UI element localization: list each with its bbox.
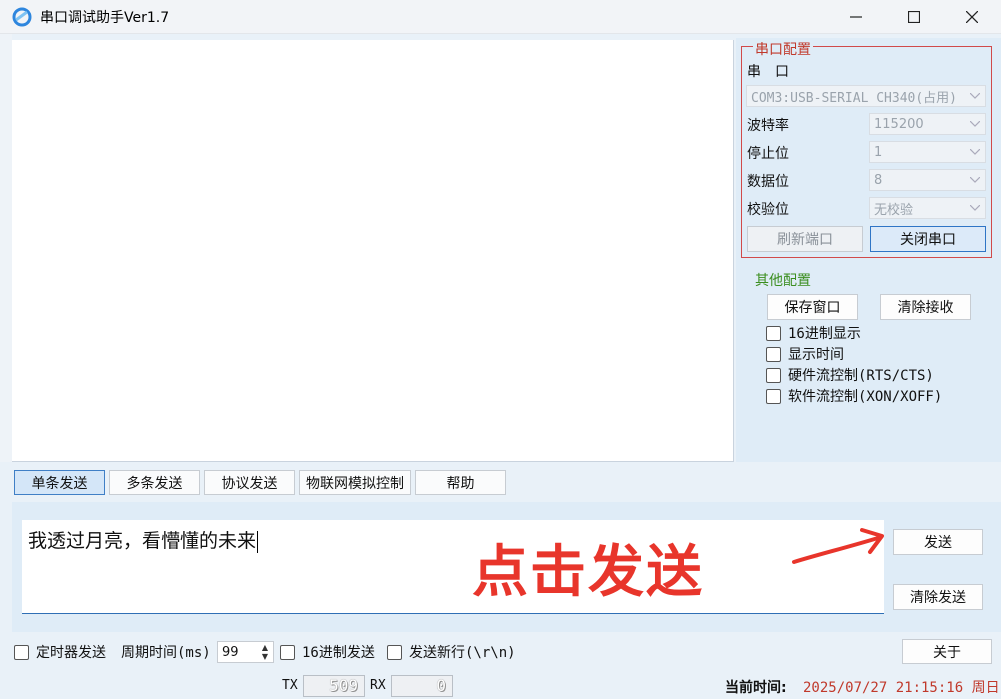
send-newline-label: 发送新行(\r\n)	[409, 645, 516, 661]
baud-select-value: 115200	[874, 116, 924, 132]
software-flow-label: 软件流控制(XON/XOFF)	[788, 389, 943, 405]
checkbox-box[interactable]	[280, 644, 295, 660]
stop-bits-label: 停止位	[747, 146, 789, 162]
save-window-button[interactable]: 保存窗口	[767, 294, 858, 320]
parity-label: 校验位	[747, 202, 789, 218]
port-label: 串 口	[747, 64, 789, 80]
app-logo-icon	[12, 7, 32, 27]
annotation-arrow-icon	[792, 528, 884, 564]
stop-bits-value: 1	[874, 144, 883, 160]
checkbox-box[interactable]	[766, 346, 781, 362]
data-bits-select[interactable]: 8	[869, 169, 986, 191]
show-time-checkbox[interactable]: 显示时间	[766, 344, 844, 364]
timer-send-label: 定时器发送	[36, 645, 106, 661]
annotation-text: 点击发送	[472, 540, 704, 605]
parity-select[interactable]: 无校验	[869, 197, 986, 219]
chevron-down-icon	[969, 173, 981, 187]
checkbox-box[interactable]	[766, 325, 781, 341]
checkbox-box[interactable]	[766, 388, 781, 404]
send-newline-checkbox[interactable]: 发送新行(\r\n)	[387, 642, 516, 662]
stop-bits-select[interactable]: 1	[869, 141, 986, 163]
period-spinbox[interactable]: 99 ▲ ▼	[217, 641, 274, 663]
parity-value: 无校验	[874, 202, 914, 218]
close-port-button[interactable]: 关闭串口	[870, 226, 986, 252]
period-label: 周期时间(ms)	[121, 645, 211, 661]
current-time-value: 2025/07/27 21:15:16 周日	[803, 680, 1000, 696]
port-select-value: COM3:USB-SERIAL CH340(占用)	[751, 90, 958, 106]
tab-protocol-send[interactable]: 协议发送	[204, 470, 295, 495]
spin-arrows-icon[interactable]: ▲ ▼	[259, 643, 271, 661]
clear-receive-button[interactable]: 清除接收	[880, 294, 971, 320]
title-bar: 串口调试助手Ver1.7	[0, 0, 1001, 34]
left-edge	[0, 34, 12, 464]
window-title: 串口调试助手Ver1.7	[40, 9, 170, 26]
chevron-down-icon	[969, 117, 981, 131]
port-select[interactable]: COM3:USB-SERIAL CH340(占用)	[746, 85, 986, 107]
minimize-icon	[850, 16, 862, 18]
tx-label: TX	[282, 678, 298, 693]
close-icon	[966, 11, 978, 23]
baud-label: 波特率	[747, 118, 789, 134]
rx-counter: 0	[391, 675, 453, 697]
period-value: 99	[222, 644, 239, 660]
checkbox-box[interactable]	[14, 644, 29, 660]
chevron-down-icon	[969, 145, 981, 159]
clear-send-button[interactable]: 清除发送	[893, 584, 983, 610]
software-flow-checkbox[interactable]: 软件流控制(XON/XOFF)	[766, 386, 942, 406]
maximize-button[interactable]	[885, 0, 943, 34]
serial-config-title: 串口配置	[753, 39, 813, 59]
close-button[interactable]	[943, 0, 1001, 34]
tab-single-send[interactable]: 单条发送	[14, 470, 105, 495]
data-bits-label: 数据位	[747, 174, 789, 190]
other-config-title: 其他配置	[755, 273, 811, 289]
minimize-button[interactable]	[827, 0, 885, 34]
timer-send-checkbox[interactable]: 定时器发送	[14, 642, 106, 662]
rx-label: RX	[370, 678, 386, 693]
send-input[interactable]: 我透过月亮，看懵懂的未来	[22, 520, 884, 614]
about-button[interactable]: 关于	[902, 639, 992, 664]
receive-text-area[interactable]	[12, 40, 734, 462]
text-caret	[257, 531, 259, 553]
show-time-label: 显示时间	[788, 347, 844, 363]
checkbox-box[interactable]	[387, 644, 402, 660]
tab-help[interactable]: 帮助	[415, 470, 506, 495]
data-bits-value: 8	[874, 172, 883, 188]
chevron-down-icon	[969, 201, 981, 215]
hex-display-checkbox[interactable]: 16进制显示	[766, 323, 861, 343]
hex-display-label: 16进制显示	[788, 326, 861, 342]
hardware-flow-checkbox[interactable]: 硬件流控制(RTS/CTS)	[766, 365, 934, 385]
tab-multi-send[interactable]: 多条发送	[109, 470, 200, 495]
chevron-down-icon	[969, 89, 981, 103]
hardware-flow-label: 硬件流控制(RTS/CTS)	[788, 368, 934, 384]
refresh-port-button[interactable]: 刷新端口	[747, 226, 863, 252]
current-time-label: 当前时间:	[725, 680, 787, 696]
tx-counter: 509	[303, 675, 365, 697]
hex-send-checkbox[interactable]: 16进制发送	[280, 642, 375, 662]
hex-send-label: 16进制发送	[302, 645, 375, 661]
send-input-text: 我透过月亮，看懵懂的未来	[28, 530, 257, 552]
tab-iot-control[interactable]: 物联网模拟控制	[299, 470, 411, 495]
baud-select[interactable]: 115200	[869, 113, 986, 135]
maximize-icon	[908, 11, 920, 23]
checkbox-box[interactable]	[766, 367, 781, 383]
send-button[interactable]: 发送	[893, 529, 983, 555]
